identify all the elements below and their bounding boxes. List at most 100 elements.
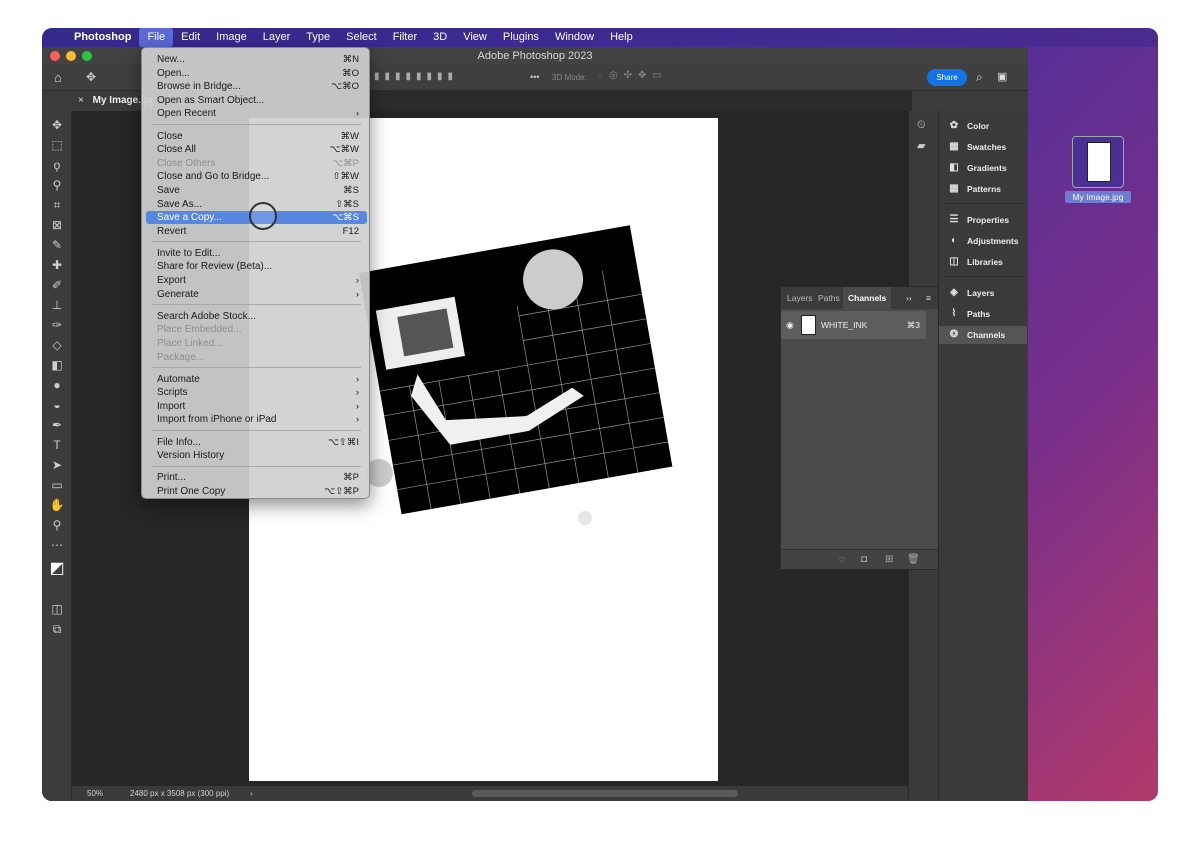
- menu-edit[interactable]: Edit: [173, 28, 208, 47]
- history-brush-tool-icon[interactable]: ✑: [49, 317, 65, 333]
- file-menu-item[interactable]: Share for Review (Beta)...: [146, 260, 367, 273]
- brush-tool-icon[interactable]: ✐: [49, 277, 65, 293]
- desktop-file-icon[interactable]: [1072, 136, 1124, 188]
- crop-tool-icon[interactable]: ⌗: [49, 197, 65, 213]
- file-menu-item[interactable]: Print One Copy ⌥⇧⌘P: [146, 485, 367, 498]
- zoom-window-button[interactable]: [82, 51, 92, 61]
- panel-paths[interactable]: ⌇ Paths: [939, 305, 1027, 323]
- document-tab[interactable]: × My Image.jpg: [72, 91, 152, 111]
- file-menu-item[interactable]: Print... ⌘P: [146, 471, 367, 484]
- healing-brush-tool-icon[interactable]: ✚: [49, 257, 65, 273]
- pen-tool-icon[interactable]: ✒: [49, 417, 65, 433]
- tab-channels[interactable]: Channels: [843, 287, 892, 309]
- panel-menu-icon[interactable]: ≡: [926, 287, 931, 309]
- blur-tool-icon[interactable]: ●: [49, 377, 65, 393]
- marquee-tool-icon[interactable]: ⬚: [49, 137, 65, 153]
- minimize-window-button[interactable]: [66, 51, 76, 61]
- panel-swatches[interactable]: ▦ Swatches: [939, 138, 1027, 156]
- close-window-button[interactable]: [50, 51, 60, 61]
- menu-help[interactable]: Help: [602, 28, 641, 47]
- zoom-tool-icon[interactable]: ⚲: [49, 517, 65, 533]
- eraser-tool-icon[interactable]: ◇: [49, 337, 65, 353]
- align-icons[interactable]: ▮▮▮▮▮▮▮▮: [374, 71, 458, 82]
- panel-libraries[interactable]: ◫ Libraries: [939, 253, 1027, 271]
- file-menu-item[interactable]: Generate ›: [146, 288, 367, 301]
- file-menu-item[interactable]: Open... ⌘O: [146, 67, 367, 80]
- menu-image[interactable]: Image: [208, 28, 255, 47]
- lasso-tool-icon[interactable]: ϙ: [49, 157, 65, 173]
- screen-mode-icon[interactable]: ⧉: [49, 621, 65, 637]
- file-menu-item[interactable]: Invite to Edit...: [146, 247, 367, 260]
- menu-layer[interactable]: Layer: [255, 28, 299, 47]
- menu-window[interactable]: Window: [547, 28, 602, 47]
- stamp-tool-icon[interactable]: ⊥: [49, 297, 65, 313]
- menu-file[interactable]: File: [139, 28, 174, 47]
- file-menu-item[interactable]: Export ›: [146, 274, 367, 287]
- menu-view[interactable]: View: [455, 28, 495, 47]
- panel-color[interactable]: ✿ Color: [939, 117, 1027, 135]
- path-selection-tool-icon[interactable]: ➤: [49, 457, 65, 473]
- file-menu-item[interactable]: Open Recent ›: [146, 107, 367, 120]
- frame-tool-icon[interactable]: ⊠: [49, 217, 65, 233]
- file-menu-item[interactable]: Browse in Bridge... ⌥⌘O: [146, 80, 367, 93]
- more-tools-icon[interactable]: ⋯: [49, 537, 65, 553]
- panel-patterns[interactable]: ▦ Patterns: [939, 180, 1027, 198]
- file-menu-item[interactable]: Save ⌘S: [146, 184, 367, 197]
- file-menu-item[interactable]: Import from iPhone or iPad ›: [146, 413, 367, 426]
- history-icon[interactable]: ⏲: [917, 119, 926, 132]
- type-tool-icon[interactable]: T: [49, 437, 65, 453]
- panel-layers[interactable]: ◈ Layers: [939, 284, 1027, 302]
- file-menu-item[interactable]: File Info... ⌥⇧⌘I: [146, 436, 367, 449]
- file-menu-item[interactable]: Scripts ›: [146, 386, 367, 399]
- share-button[interactable]: Share: [927, 69, 967, 86]
- menu-filter[interactable]: Filter: [385, 28, 425, 47]
- zoom-level[interactable]: 50%: [87, 786, 103, 801]
- magic-wand-tool-icon[interactable]: ⚲: [49, 177, 65, 193]
- menu-plugins[interactable]: Plugins: [495, 28, 547, 47]
- file-menu-item[interactable]: Close All ⌥⌘W: [146, 143, 367, 156]
- new-channel-icon[interactable]: ⊞: [885, 554, 893, 565]
- rectangle-tool-icon[interactable]: ▭: [49, 477, 65, 493]
- status-arrow-icon[interactable]: ›: [250, 786, 253, 801]
- save-selection-icon[interactable]: ◘: [861, 554, 867, 565]
- visibility-eye-icon[interactable]: ◉: [786, 311, 794, 339]
- eyedropper-tool-icon[interactable]: ✎: [49, 237, 65, 253]
- horizontal-scrollbar[interactable]: [472, 790, 738, 797]
- close-tab-icon[interactable]: ×: [78, 95, 84, 106]
- home-icon[interactable]: ⌂: [54, 70, 62, 85]
- file-menu-item[interactable]: New... ⌘N: [146, 53, 367, 66]
- panel-adjustments[interactable]: ◐ Adjustments: [939, 232, 1027, 250]
- workspace-icon[interactable]: ▣: [997, 70, 1007, 83]
- color-swatches-icon[interactable]: ◩: [49, 561, 65, 577]
- comments-icon[interactable]: ▰: [917, 139, 925, 152]
- 3d-mode-icons[interactable]: ◌◎✣✥▭: [597, 70, 668, 81]
- menu-select[interactable]: Select: [338, 28, 385, 47]
- file-menu-item[interactable]: Close ⌘W: [146, 130, 367, 143]
- desktop-file-label[interactable]: My Image.jpg: [1065, 191, 1131, 203]
- tab-layers[interactable]: Layers: [787, 287, 813, 309]
- more-options-icon[interactable]: •••: [530, 72, 539, 82]
- file-menu-item[interactable]: Import ›: [146, 400, 367, 413]
- file-menu-item[interactable]: Search Adobe Stock...: [146, 310, 367, 323]
- hand-tool-icon[interactable]: ✋: [49, 497, 65, 513]
- menu-photoshop[interactable]: Photoshop: [66, 28, 139, 47]
- delete-channel-icon[interactable]: 🗑: [907, 554, 920, 565]
- file-menu-item[interactable]: Version History: [146, 449, 367, 462]
- panel-gradients[interactable]: ◧ Gradients: [939, 159, 1027, 177]
- file-menu-item[interactable]: Automate ›: [146, 373, 367, 386]
- collapse-panel-icon[interactable]: ››: [906, 287, 912, 309]
- file-menu-item[interactable]: Open as Smart Object...: [146, 94, 367, 107]
- panel-properties[interactable]: ☰ Properties: [939, 211, 1027, 229]
- move-tool-icon[interactable]: ✥: [49, 117, 65, 133]
- quick-mask-icon[interactable]: ◫: [49, 601, 65, 617]
- menu-type[interactable]: Type: [298, 28, 338, 47]
- dodge-tool-icon[interactable]: ◒: [49, 397, 65, 413]
- gradient-tool-icon[interactable]: ◧: [49, 357, 65, 373]
- menu-3d[interactable]: 3D: [425, 28, 455, 47]
- load-selection-icon[interactable]: ◌: [839, 554, 845, 565]
- move-tool-icon[interactable]: ✥: [86, 70, 96, 84]
- search-icon[interactable]: ⌕: [976, 70, 983, 85]
- tab-paths[interactable]: Paths: [818, 287, 840, 309]
- file-menu-item[interactable]: Close and Go to Bridge... ⇧⌘W: [146, 170, 367, 183]
- panel-channels[interactable]: ❂ Channels: [939, 326, 1027, 344]
